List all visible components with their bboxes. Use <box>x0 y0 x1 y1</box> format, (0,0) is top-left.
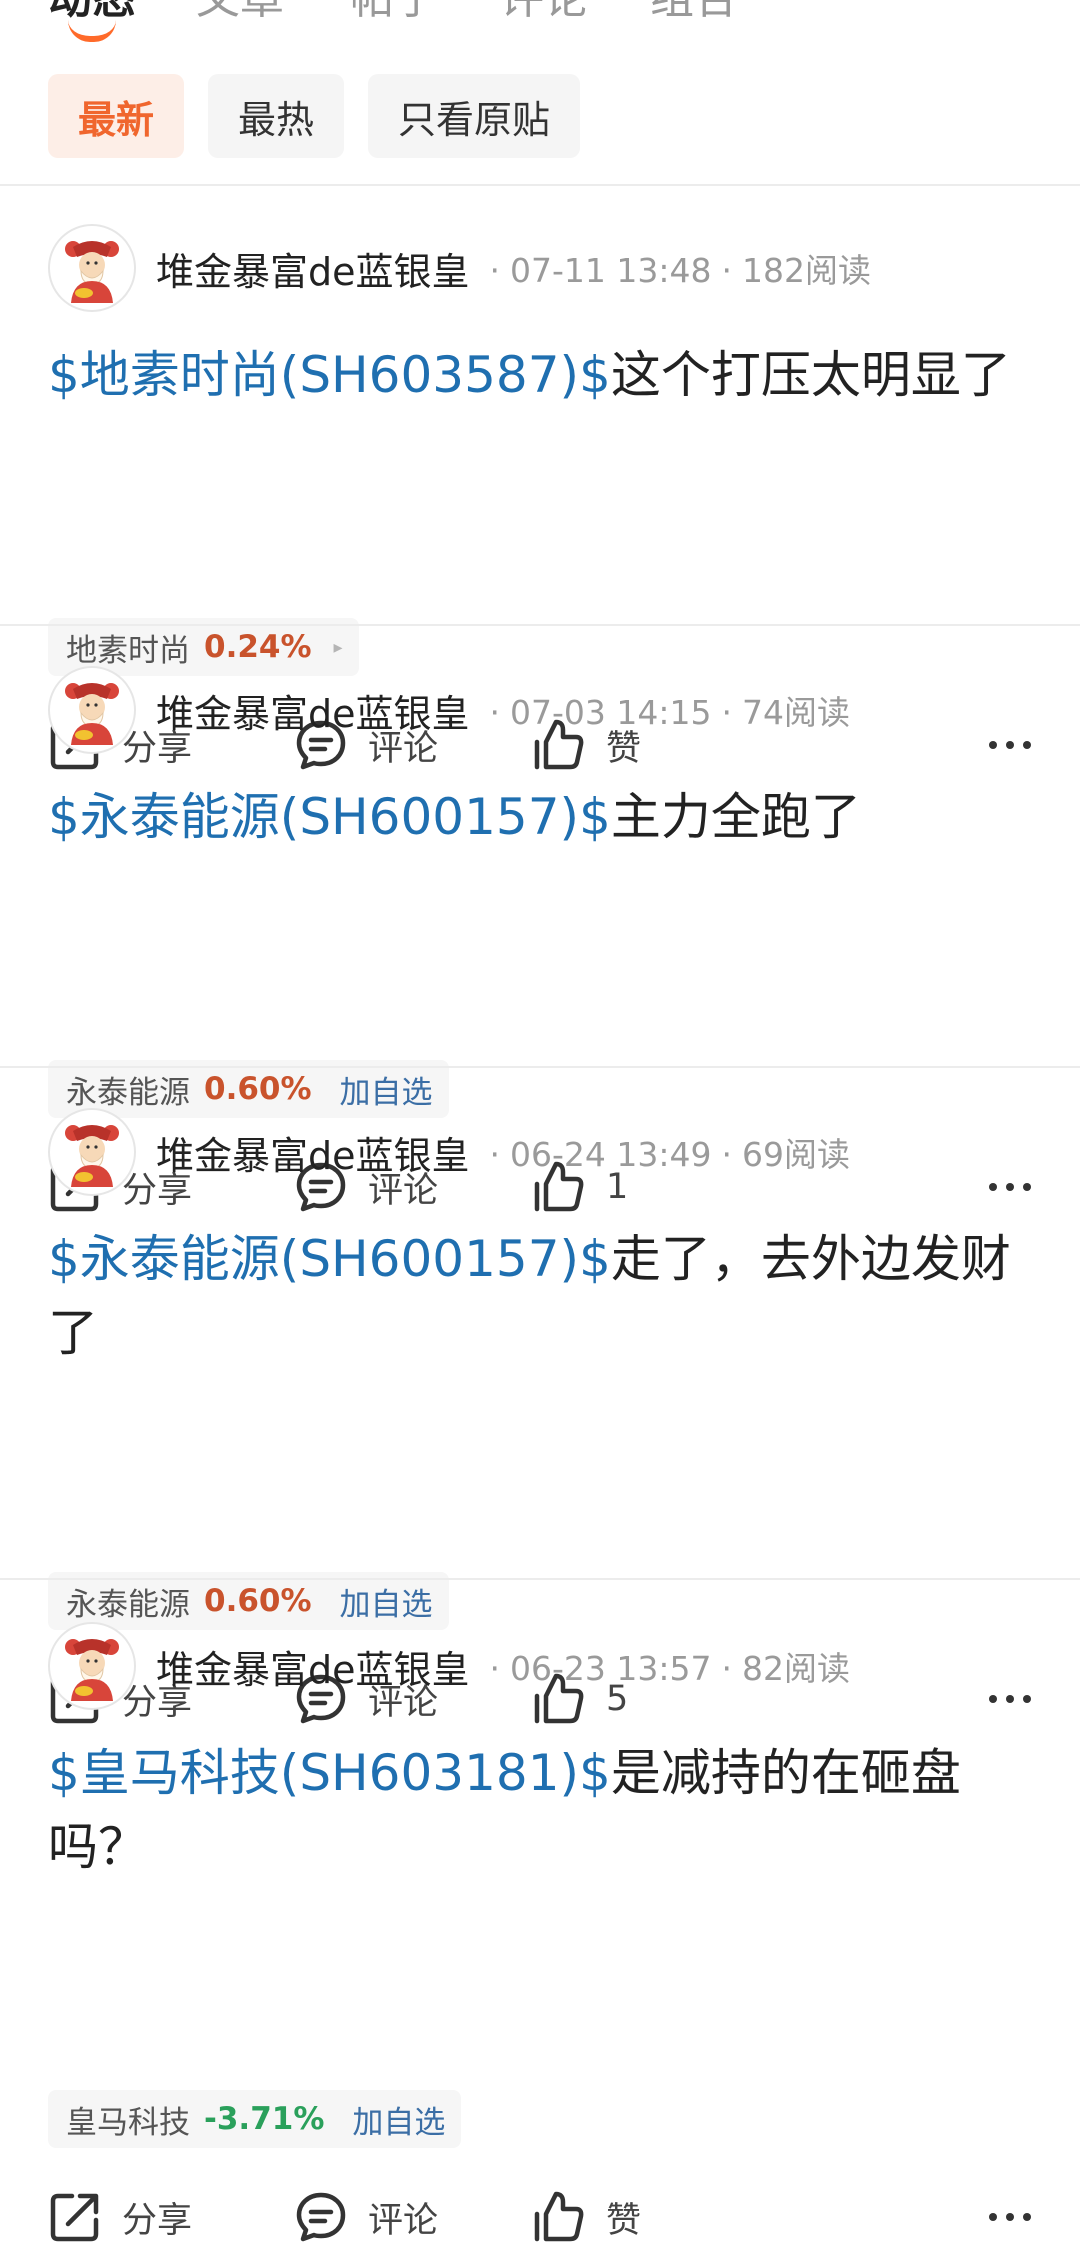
post-card[interactable]: 堆金暴富de蓝银皇 · 06-24 13:49 · 69阅读 $永泰能源(SH6001… <box>0 1070 1080 1724</box>
avatar[interactable] <box>48 666 136 754</box>
share-button[interactable]: 分享 <box>48 2182 192 2252</box>
post-header: 堆金暴富de蓝银皇 · 07-03 14:15 · 74阅读 <box>48 666 850 754</box>
filter-hottest[interactable]: 最热 <box>208 74 345 158</box>
post-card[interactable]: 堆金暴富de蓝银皇 · 07-11 13:48 · 182阅读 $地素时尚(SH603… <box>0 186 1080 770</box>
share-label: 分享 <box>122 2200 193 2241</box>
post-content[interactable]: $永泰能源(SH600157)$主力全跑了 <box>48 780 1038 854</box>
top-tab-bar: 动态 文章 帖子 评论 组合 <box>0 0 1080 60</box>
post-header: 堆金暴富de蓝银皇 · 07-11 13:48 · 182阅读 <box>48 224 871 312</box>
post-divider <box>0 624 1080 626</box>
add-watchlist-button[interactable]: 加自选 <box>352 2097 445 2142</box>
like-count: 赞 <box>606 2200 642 2241</box>
post-card[interactable]: 堆金暴富de蓝银皇 · 07-03 14:15 · 74阅读 $永泰能源(SH6001… <box>0 628 1080 1212</box>
read-count: 182阅读 <box>742 251 871 290</box>
read-count: 82阅读 <box>742 1649 850 1688</box>
comment-button[interactable]: 评论 <box>294 2182 438 2252</box>
thumbs-up-icon <box>534 2191 584 2242</box>
avatar[interactable] <box>48 1108 136 1196</box>
avatar[interactable] <box>48 224 136 312</box>
filter-original-only[interactable]: 只看原贴 <box>368 74 581 158</box>
stock-link[interactable]: $永泰能源(SH600157)$ <box>48 788 611 846</box>
tab-portfolio[interactable]: 组合 <box>650 0 738 26</box>
post-time: 06-23 13:57 <box>510 1649 712 1688</box>
post-meta: · 06-23 13:57 · 82阅读 <box>489 1649 850 1688</box>
tab-comments[interactable]: 评论 <box>500 0 588 26</box>
active-tab-indicator <box>68 20 116 42</box>
post-time: 07-11 13:48 <box>510 251 712 290</box>
post-text: 这个打压太明显了 <box>610 346 1011 404</box>
comment-icon <box>296 2192 346 2242</box>
tab-articles[interactable]: 文章 <box>196 0 284 26</box>
post-header: 堆金暴富de蓝银皇 · 06-24 13:49 · 69阅读 <box>48 1108 850 1196</box>
post-time: 07-03 14:15 <box>510 693 712 732</box>
read-count: 74阅读 <box>742 693 850 732</box>
fortune-god-avatar-icon <box>65 241 119 303</box>
post-header: 堆金暴富de蓝银皇 · 06-23 13:57 · 82阅读 <box>48 1622 850 1710</box>
more-dots-icon <box>989 2213 1031 2221</box>
tab-posts[interactable]: 帖子 <box>350 0 438 26</box>
post-card[interactable]: 堆金暴富de蓝银皇 · 06-23 13:57 · 82阅读 $皇马科技(SH6031… <box>0 1584 1080 2242</box>
fortune-god-avatar-icon <box>65 1639 119 1701</box>
post-meta: · 07-03 14:15 · 74阅读 <box>489 693 850 732</box>
post-actions: 分享 评论 赞 <box>48 2182 1032 2252</box>
fortune-god-avatar-icon <box>65 1125 119 1187</box>
stock-link[interactable]: $永泰能源(SH600157)$ <box>48 1230 611 1288</box>
username[interactable]: 堆金暴富de蓝银皇 <box>156 1125 470 1180</box>
fortune-god-avatar-icon <box>65 683 119 745</box>
post-time: 06-24 13:49 <box>510 1135 712 1174</box>
post-content[interactable]: $永泰能源(SH600157)$走了，去外边发财了 <box>48 1222 1038 1370</box>
chip-stock-name: 皇马科技 <box>66 2104 190 2141</box>
filter-latest[interactable]: 最新 <box>48 74 185 158</box>
stock-link[interactable]: $地素时尚(SH603587)$ <box>48 346 611 404</box>
stock-link[interactable]: $皇马科技(SH603181)$ <box>48 1744 611 1802</box>
post-content[interactable]: $皇马科技(SH603181)$是减持的在砸盘吗？ <box>48 1736 1038 1884</box>
post-text: 主力全跑了 <box>610 788 861 846</box>
post-meta: · 06-24 13:49 · 69阅读 <box>489 1135 850 1174</box>
post-content[interactable]: $地素时尚(SH603587)$这个打压太明显了 <box>48 338 1038 412</box>
username[interactable]: 堆金暴富de蓝银皇 <box>156 1639 470 1694</box>
read-count: 69阅读 <box>742 1135 850 1174</box>
comment-label: 评论 <box>368 2200 439 2241</box>
filter-bar: 最新 最热 只看原贴 <box>48 74 581 158</box>
more-button[interactable] <box>988 2182 1032 2252</box>
username[interactable]: 堆金暴富de蓝银皇 <box>156 683 470 738</box>
stock-quote-chip[interactable]: 皇马科技 -3.71% 加自选 <box>48 2090 462 2148</box>
like-button[interactable]: 赞 <box>532 2182 641 2252</box>
post-divider <box>0 1066 1080 1068</box>
chip-change-percent: -3.71% <box>204 2101 325 2137</box>
avatar[interactable] <box>48 1622 136 1710</box>
post-divider <box>0 1578 1080 1580</box>
username[interactable]: 堆金暴富de蓝银皇 <box>156 241 470 296</box>
post-meta: · 07-11 13:48 · 182阅读 <box>489 251 871 290</box>
share-icon <box>50 2193 99 2242</box>
